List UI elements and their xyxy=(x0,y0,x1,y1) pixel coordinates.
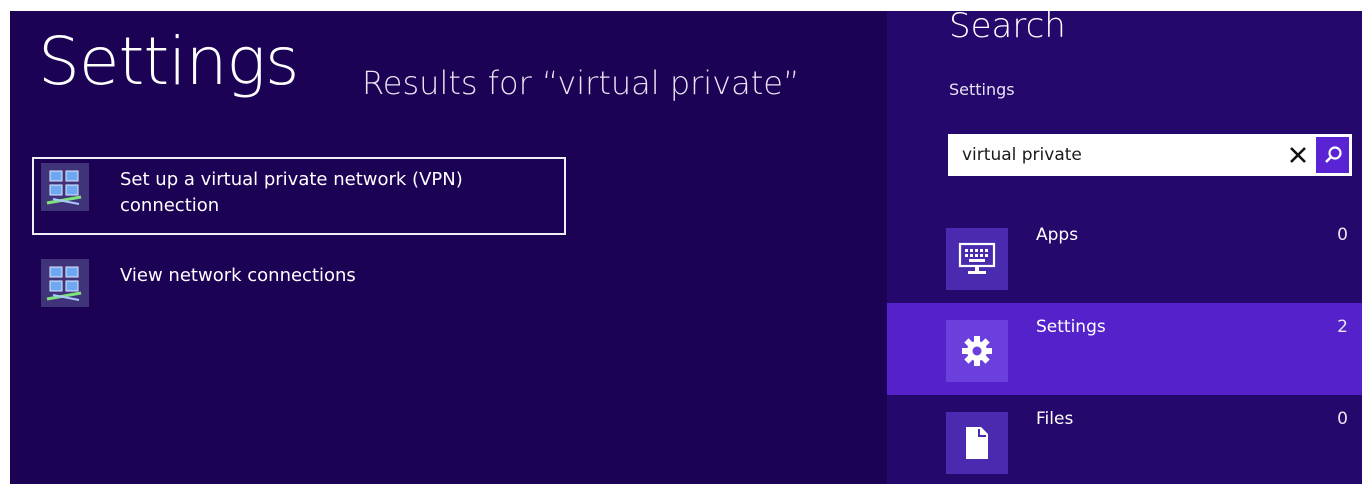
results-for-label: Results for “virtual private” xyxy=(362,64,800,102)
close-icon xyxy=(1290,147,1306,163)
page-title: Settings xyxy=(38,23,299,100)
search-category-label: Settings xyxy=(1036,317,1106,337)
search-icon xyxy=(1324,146,1342,163)
results-pane: Settings Results for “virtual private” S… xyxy=(10,11,887,484)
search-category-count: 0 xyxy=(1337,409,1348,429)
result-label: View network connections xyxy=(120,265,356,286)
apps-keyboard-icon xyxy=(946,228,1008,290)
search-category-label: Files xyxy=(1036,409,1074,429)
search-category-files[interactable]: Files 0 xyxy=(887,395,1362,484)
clear-search-button[interactable] xyxy=(1282,134,1314,176)
gear-icon xyxy=(946,320,1008,382)
search-button[interactable] xyxy=(1316,137,1349,173)
window: Settings Results for “virtual private” S… xyxy=(10,11,1362,484)
search-category-settings[interactable]: Settings 2 xyxy=(887,303,1362,395)
result-item-setup-vpn[interactable]: Set up a virtual private network (VPN) c… xyxy=(32,157,566,235)
search-scope-label: Settings xyxy=(949,80,1015,99)
search-category-label: Apps xyxy=(1036,225,1079,245)
search-charm: Search Settings virtual private Apps 0 S… xyxy=(887,11,1362,484)
search-category-count: 2 xyxy=(1337,317,1348,337)
result-label: Set up a virtual private network (VPN) c… xyxy=(120,169,463,216)
result-item-view-network-connections[interactable]: View network connections xyxy=(32,253,566,331)
search-input[interactable] xyxy=(948,134,1272,176)
file-icon xyxy=(946,412,1008,474)
network-connections-icon xyxy=(41,259,89,307)
search-category-apps[interactable]: Apps 0 xyxy=(887,211,1362,303)
search-box xyxy=(948,134,1352,176)
search-charm-title: Search xyxy=(949,11,1066,46)
search-category-count: 0 xyxy=(1337,225,1348,245)
network-connections-icon xyxy=(41,163,89,211)
